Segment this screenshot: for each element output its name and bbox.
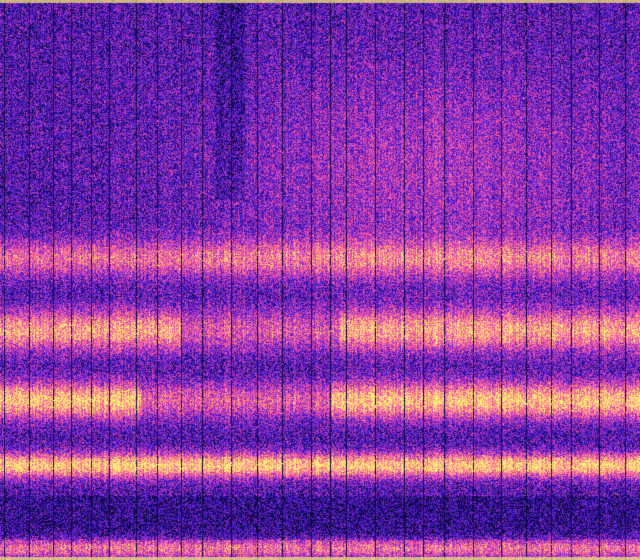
spectrogram-view <box>0 0 640 560</box>
spectrogram-canvas <box>0 0 640 560</box>
